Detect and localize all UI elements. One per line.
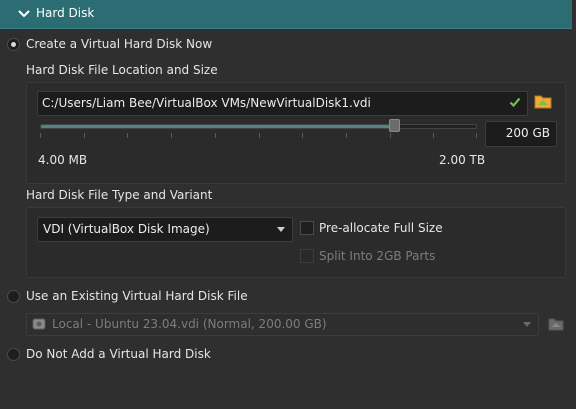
slider-handle[interactable] — [388, 119, 400, 132]
disk-format-dropdown[interactable]: VDI (VirtualBox Disk Image) — [37, 217, 293, 242]
disk-format-selected: VDI (VirtualBox Disk Image) — [43, 222, 210, 236]
use-existing-disk-label[interactable]: Use an Existing Virtual Hard Disk File — [26, 289, 248, 303]
section-title: Hard Disk — [36, 6, 95, 20]
type-variant-label: Hard Disk File Type and Variant — [26, 188, 213, 202]
existing-disk-selected: Local - Ubuntu 23.04.vdi (Normal, 200.00… — [52, 317, 327, 331]
disk-icon — [32, 318, 46, 330]
create-new-disk-label[interactable]: Create a Virtual Hard Disk Now — [26, 37, 212, 51]
slider-max-label: 2.00 TB — [439, 153, 486, 167]
disk-file-path-field[interactable]: C:/Users/Liam Bee/VirtualBox VMs/NewVirt… — [37, 91, 528, 116]
dropdown-arrow-icon — [277, 227, 285, 232]
hard-disk-section-header[interactable]: Hard Disk — [0, 0, 572, 29]
existing-disk-dropdown[interactable]: Local - Ubuntu 23.04.vdi (Normal, 200.00… — [26, 313, 539, 336]
slider-fill — [41, 125, 394, 128]
slider-ticks — [40, 133, 478, 139]
disk-size-value: 200 GB — [505, 126, 550, 140]
preallocate-label[interactable]: Pre-allocate Full Size — [319, 221, 443, 235]
split-2gb-checkbox[interactable] — [300, 249, 314, 263]
disk-size-field[interactable]: 200 GB — [485, 121, 557, 147]
preallocate-checkbox[interactable] — [300, 221, 314, 235]
split-2gb-label[interactable]: Split Into 2GB Parts — [319, 249, 435, 263]
location-size-label: Hard Disk File Location and Size — [26, 63, 218, 77]
disk-size-slider[interactable] — [40, 124, 477, 129]
do-not-add-disk-radio[interactable] — [7, 348, 20, 361]
slider-min-label: 4.00 MB — [38, 153, 88, 167]
disk-file-path-text: C:/Users/Liam Bee/VirtualBox VMs/NewVirt… — [42, 96, 371, 110]
dropdown-arrow-icon — [523, 322, 531, 327]
checkmark-icon — [509, 97, 521, 108]
chevron-down-icon — [18, 10, 30, 18]
folder-icon[interactable] — [533, 91, 553, 111]
use-existing-disk-radio[interactable] — [7, 290, 20, 303]
create-new-disk-radio[interactable] — [7, 38, 20, 51]
folder-icon[interactable] — [547, 314, 565, 332]
do-not-add-disk-label[interactable]: Do Not Add a Virtual Hard Disk — [26, 347, 211, 361]
